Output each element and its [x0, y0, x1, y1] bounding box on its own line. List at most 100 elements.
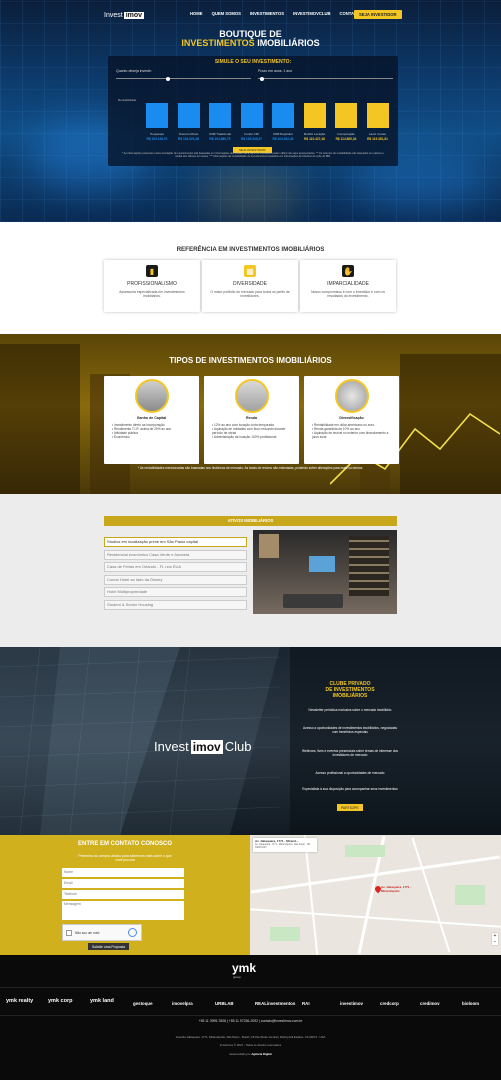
- name-field[interactable]: [62, 868, 184, 877]
- nav-investimovclub[interactable]: INVESTIMOVCLUB: [293, 11, 330, 16]
- dev-label: desenvolvido por: [229, 1052, 251, 1056]
- brand-logo[interactable]: ymk land: [90, 998, 114, 1004]
- captcha-label: Não sou um robô: [75, 931, 100, 935]
- referencia-card-title: DIVERSIDADE: [233, 281, 267, 287]
- bar-label: Tesouro Direto: [178, 132, 199, 136]
- brand-logo[interactable]: imovelpra: [172, 1001, 193, 1006]
- ativo-item[interactable]: Residencial econômico Casa Verde e Amare…: [104, 549, 247, 560]
- simulator-title: SIMULE O SEU INVESTIMENTO:: [214, 59, 292, 65]
- site-logo[interactable]: Invest imov: [104, 9, 145, 21]
- email-field[interactable]: [62, 879, 184, 888]
- contact-subtitle: Preencha os campos abaixo para sabermos …: [78, 854, 172, 863]
- club-logo-club: Club: [224, 739, 252, 754]
- investimov-club-logo: Invest imov Club: [154, 739, 251, 754]
- footer-developer: desenvolvido por Agência Digital: [0, 1052, 501, 1056]
- tipos-section: TIPOS DE INVESTIMENTOS IMOBILIÁRIOS Ganh…: [0, 334, 501, 494]
- map-zoom-controls[interactable]: + −: [492, 933, 498, 945]
- brand-logo[interactable]: credimov: [420, 1001, 440, 1006]
- ativo-item[interactable]: Condo Hotel ao lado da Disney: [104, 574, 247, 585]
- bar-value: R$ 104.521,48: [178, 137, 199, 141]
- submit-proposal-button[interactable]: Solicite uma Proposta: [88, 943, 129, 950]
- nav-investimentos[interactable]: INVESTIMENTOS: [250, 11, 284, 16]
- term-slider[interactable]: [258, 76, 393, 81]
- referencia-card-text: Assessoria especializada em investimento…: [119, 290, 185, 299]
- footer-address: Avenida Jabaquara, 1771, Mirandópolis, S…: [175, 1035, 326, 1039]
- tipo-card-title: Ganho de Capital: [136, 416, 167, 420]
- captcha-checkbox[interactable]: [66, 930, 72, 936]
- participe-button[interactable]: PARTICIPE: [337, 804, 363, 811]
- tipo-card-title: Renda: [246, 416, 257, 420]
- tipo-card-list: • Rentabilidade em dólar americano ou eu…: [312, 423, 395, 439]
- recaptcha-widget: Não sou um robô: [62, 924, 142, 941]
- contact-form-panel: ENTRE EM CONTATO CONOSCO Preencha os cam…: [0, 835, 250, 955]
- message-field[interactable]: [62, 901, 184, 920]
- brand-logo[interactable]: gestoque: [133, 1001, 153, 1006]
- term-slider-knob[interactable]: [260, 76, 264, 81]
- referencia-card-text: Nosso compromisso é com o investidor e c…: [311, 290, 385, 299]
- club-benefit: Especialista à sua disposição para acomp…: [302, 787, 398, 791]
- footer-section: ymk group ymk realty ymk corp ymk land gest…: [0, 955, 501, 1080]
- hero-title-rest: IMOBILIÁRIOS: [257, 38, 320, 48]
- nav-home[interactable]: HOME: [190, 11, 203, 16]
- tipo-card-item: • Aquisição de imóvel no exterior com fi…: [312, 431, 389, 439]
- amount-label: Quanto deseja investir:: [116, 69, 152, 73]
- amount-slider-knob[interactable]: [166, 76, 170, 81]
- tipo-card: Ganho de Capital • Investimento direto na…: [104, 376, 199, 464]
- footer-contact-line: +55 11 3995-7808 | +55 11 97236-2092 | c…: [198, 1019, 303, 1023]
- bar-2: [209, 103, 231, 128]
- ativos-title: ATIVOS IMOBILIÁRIOS: [104, 516, 397, 526]
- simulator-note: * As informações presentes nesta simulaç…: [122, 152, 384, 159]
- brand-logo[interactable]: credcorp: [380, 1001, 399, 1006]
- bar-3: [240, 103, 263, 128]
- ativo-item[interactable]: Student & Senior Housing: [104, 599, 247, 610]
- club-benefit: Webinars, lives e eventos presenciais so…: [302, 749, 398, 758]
- location-map[interactable]: Av. Jabaquara, 1771 - Mirand... Av. Jaba…: [250, 835, 501, 955]
- ativo-item[interactable]: Studios em localização prime em São Paul…: [104, 537, 247, 547]
- hero-title: BOUTIQUE DE INVESTIMENTOS IMOBILIÁRIOS: [0, 30, 501, 48]
- referencia-card-title: IMPARCIALIDADE: [327, 281, 369, 287]
- brand-logo[interactable]: investimov: [340, 1001, 363, 1006]
- tipo-card-image: [134, 379, 169, 413]
- handshake-icon: ✋: [342, 265, 354, 277]
- amount-slider[interactable]: [116, 76, 251, 81]
- nav-items: HOME QUEM SOMOS INVESTIMENTOS INVESTIMOV…: [190, 11, 360, 16]
- phone-field[interactable]: [62, 890, 184, 899]
- y-axis-label: Rentabilidade: [118, 98, 137, 102]
- brand-logo[interactable]: REALinvestmentos: [255, 1001, 295, 1006]
- brand-logo[interactable]: ymk realty: [6, 998, 33, 1004]
- briefcase-icon: ▮: [146, 265, 158, 277]
- tipo-card-item: • Administração da locação 100% profissi…: [212, 435, 277, 439]
- tipos-note: * As rentabilidades mencionadas são base…: [137, 466, 364, 470]
- footer-copyright: Investimov © 2021 - Todos os direitos re…: [219, 1043, 282, 1047]
- dev-agency[interactable]: Agência Digital: [251, 1052, 271, 1056]
- ativos-section: ATIVOS IMOBILIÁRIOS Studios em localizaç…: [0, 494, 501, 647]
- bar-5: [303, 103, 326, 128]
- investment-simulator: SIMULE O SEU INVESTIMENTO: Quanto deseja…: [108, 56, 398, 166]
- bar-6: [335, 103, 357, 128]
- nav-quem-somos[interactable]: QUEM SOMOS: [212, 11, 241, 16]
- seja-investidor-button[interactable]: SEJA INVESTIDOR: [354, 10, 402, 19]
- brand-logo[interactable]: URBLAB: [215, 1001, 234, 1006]
- logo-text: Invest: [104, 11, 123, 19]
- club-logo-mark: imov: [190, 739, 223, 754]
- tipo-card-image: [234, 379, 269, 413]
- bar-value: R$ 110.427,48: [304, 137, 325, 141]
- ativo-item[interactable]: Hotel Multipropriedade: [104, 587, 247, 597]
- term-label: Prazo em anos: 1 ano: [258, 69, 293, 73]
- referencia-section: REFERÊNCIA EM INVESTIMENTOS IMOBILIÁRIOS…: [0, 222, 501, 334]
- brand-logo[interactable]: RAI: [302, 1001, 310, 1006]
- map-info-card: Av. Jabaquara, 1771 - Mirand... Av. Jaba…: [253, 838, 317, 852]
- contact-title: ENTRE EM CONTATO CONOSCO: [77, 841, 172, 847]
- ymk-group-sub: group: [233, 975, 241, 979]
- main-nav: Invest imov HOME QUEM SOMOS INVESTIMENTO…: [0, 9, 501, 23]
- bar-value: R$ 104.880,75: [209, 137, 231, 141]
- bar-value: R$ 119.381,81: [367, 137, 388, 141]
- map-pin-label: Av. Jabaquara, 1771 - Mirandópolis: [381, 885, 412, 893]
- club-benefit: Newsletter periódica exclusiva sobre o m…: [308, 708, 392, 712]
- brand-logos: ymk realty ymk corp ymk land gestoque imovel…: [0, 998, 501, 1012]
- brand-logo[interactable]: bioloom: [462, 1001, 479, 1006]
- contact-section: ENTRE EM CONTATO CONOSCO Preencha os cam…: [0, 835, 501, 955]
- ativo-item[interactable]: Casa de Férias em Orlando - FL nos EUA: [104, 562, 247, 572]
- ativos-list: Studios em localização prime em São Paul…: [104, 537, 247, 612]
- brand-logo[interactable]: ymk corp: [48, 998, 72, 1004]
